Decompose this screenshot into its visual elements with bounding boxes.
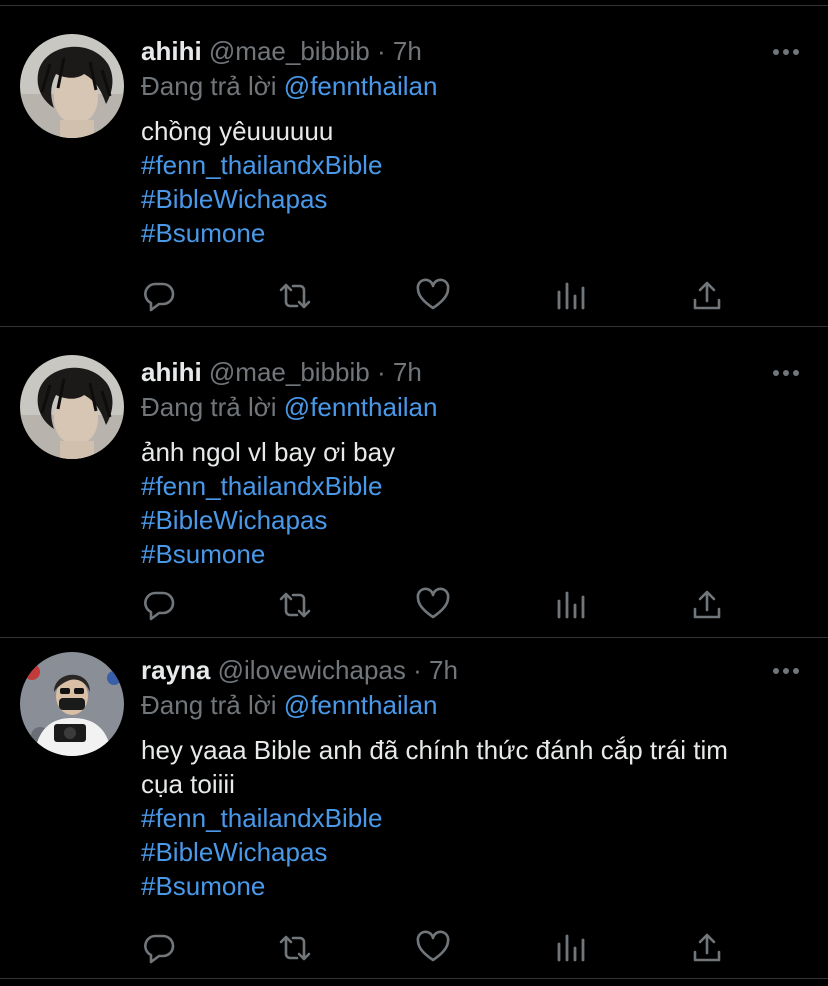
user-handle[interactable]: @mae_bibbib <box>209 36 370 66</box>
heart-icon[interactable] <box>415 930 451 966</box>
share-icon[interactable] <box>689 587 725 623</box>
tweet-body: rayna @ilovewichapas · 7h Đang trả lời @… <box>141 653 800 903</box>
replying-label: Đang trả lời <box>141 690 277 720</box>
hashtag-link[interactable]: #fenn_thailandxBible <box>141 148 800 182</box>
hashtag-link[interactable]: #BibleWichapas <box>141 835 800 869</box>
timestamp[interactable]: 7h <box>393 36 422 66</box>
separator-dot: · <box>376 357 386 387</box>
hashtag-link[interactable]: #BibleWichapas <box>141 503 800 537</box>
views-chart-icon[interactable] <box>553 930 589 966</box>
tweet-item[interactable]: rayna @ilovewichapas · 7h Đang trả lời @… <box>0 638 828 978</box>
hashtag-link[interactable]: #fenn_thailandxBible <box>141 801 800 835</box>
tweet-body: ahihi @mae_bibbib · 7h Đang trả lời @fen… <box>141 355 800 571</box>
timestamp[interactable]: 7h <box>393 357 422 387</box>
reply-icon[interactable] <box>141 587 177 623</box>
display-name[interactable]: ahihi <box>141 36 202 66</box>
timestamp[interactable]: 7h <box>429 655 458 685</box>
retweet-icon[interactable] <box>277 930 313 966</box>
more-horizontal-icon[interactable] <box>772 365 800 376</box>
tweet-item[interactable]: ahihi @mae_bibbib · 7h Đang trả lời @fen… <box>0 6 828 326</box>
reply-icon[interactable] <box>141 278 177 314</box>
hashtag-link[interactable]: #fenn_thailandxBible <box>141 469 800 503</box>
more-horizontal-icon[interactable] <box>772 44 800 55</box>
action-bar <box>141 930 731 966</box>
user-handle[interactable]: @mae_bibbib <box>209 357 370 387</box>
tweet-divider <box>0 978 828 979</box>
more-horizontal-icon[interactable] <box>772 663 800 674</box>
retweet-icon[interactable] <box>277 278 313 314</box>
tweet-text: ảnh ngol vl bay ơi bay <box>141 437 396 467</box>
display-name[interactable]: ahihi <box>141 357 202 387</box>
retweet-icon[interactable] <box>277 587 313 623</box>
hashtag-link[interactable]: #Bsumone <box>141 537 800 571</box>
hashtag-link[interactable]: #BibleWichapas <box>141 182 800 216</box>
reply-icon[interactable] <box>141 930 177 966</box>
replying-label: Đang trả lời <box>141 71 277 101</box>
hashtag-link[interactable]: #Bsumone <box>141 216 800 250</box>
heart-icon[interactable] <box>415 587 451 623</box>
tweet-header: ahihi @mae_bibbib · 7h <box>141 34 800 68</box>
replying-label: Đang trả lời <box>141 392 277 422</box>
views-chart-icon[interactable] <box>553 587 589 623</box>
separator-dot: · <box>413 655 422 685</box>
tweet-header: rayna @ilovewichapas · 7h <box>141 653 800 687</box>
separator-dot: · <box>376 36 386 66</box>
action-bar <box>141 587 731 623</box>
replying-to-line: Đang trả lời @fennthailan <box>141 68 800 104</box>
tweet-body: ahihi @mae_bibbib · 7h Đang trả lời @fen… <box>141 34 800 250</box>
display-name[interactable]: rayna <box>141 655 210 685</box>
share-icon[interactable] <box>689 930 725 966</box>
action-bar <box>141 278 731 314</box>
share-icon[interactable] <box>689 278 725 314</box>
tweet-item[interactable]: ahihi @mae_bibbib · 7h Đang trả lời @fen… <box>0 327 828 637</box>
tweet-text: hey yaaa Bible anh đã chính thức đánh cắ… <box>141 735 728 799</box>
replying-to-line: Đang trả lời @fennthailan <box>141 389 800 425</box>
avatar[interactable] <box>20 652 124 756</box>
avatar[interactable] <box>20 34 124 138</box>
avatar[interactable] <box>20 355 124 459</box>
tweet-header: ahihi @mae_bibbib · 7h <box>141 355 800 389</box>
mention-link[interactable]: @fennthailan <box>284 392 438 422</box>
mention-link[interactable]: @fennthailan <box>284 690 438 720</box>
heart-icon[interactable] <box>415 278 451 314</box>
hashtag-link[interactable]: #Bsumone <box>141 869 800 903</box>
mention-link[interactable]: @fennthailan <box>284 71 438 101</box>
views-chart-icon[interactable] <box>553 278 589 314</box>
tweet-text: chồng yêuuuuuu <box>141 116 334 146</box>
replying-to-line: Đang trả lời @fennthailan <box>141 687 800 723</box>
user-handle[interactable]: @ilovewichapas <box>218 655 406 685</box>
